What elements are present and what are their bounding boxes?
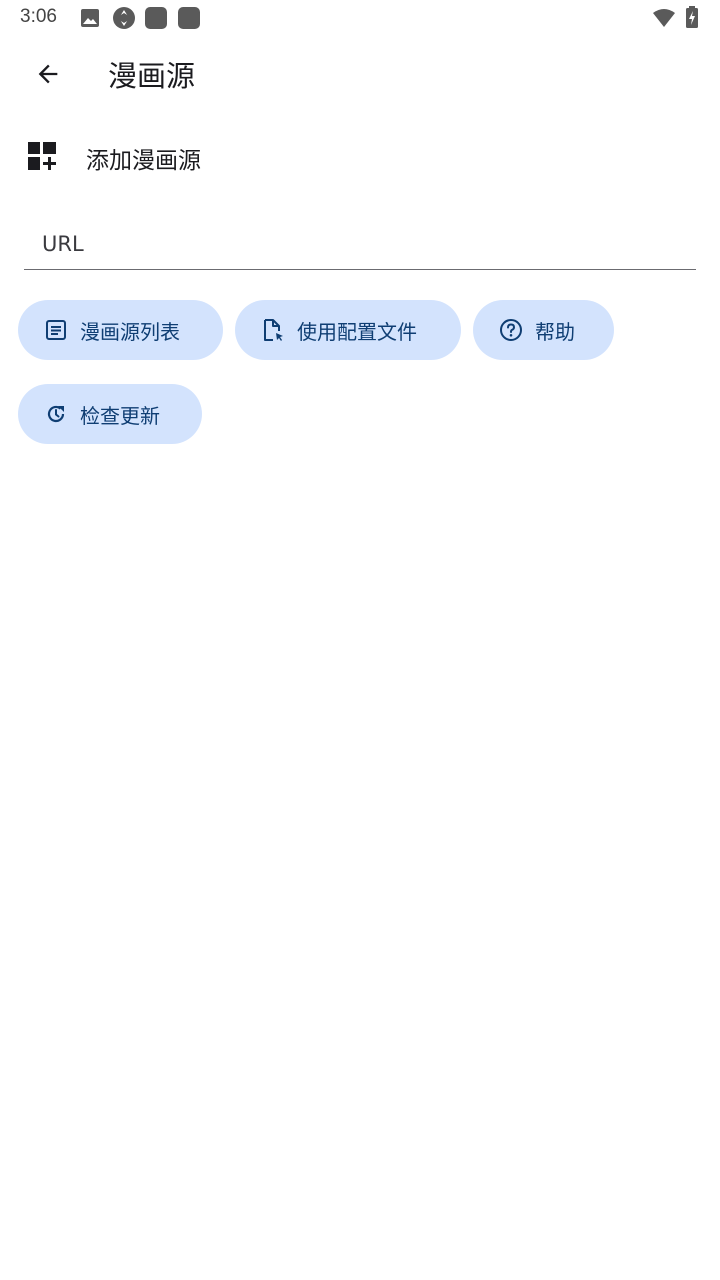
source-list-button[interactable]: 漫画源列表	[18, 300, 223, 360]
app-icon	[178, 7, 200, 29]
add-source-row[interactable]: 添加漫画源	[28, 138, 201, 178]
add-source-label: 添加漫画源	[86, 148, 201, 174]
check-update-label: 检查更新	[80, 403, 160, 428]
list-icon	[44, 318, 68, 342]
file-cursor-icon	[261, 318, 285, 342]
arrow-back-icon	[34, 60, 62, 92]
back-button[interactable]	[28, 56, 68, 96]
page-title: 漫画源	[108, 59, 196, 93]
use-config-file-button[interactable]: 使用配置文件	[235, 300, 461, 360]
image-icon	[80, 8, 100, 32]
help-button[interactable]: 帮助	[473, 300, 614, 360]
check-update-button[interactable]: 检查更新	[18, 384, 202, 444]
use-config-file-label: 使用配置文件	[297, 319, 417, 344]
url-input[interactable]	[42, 226, 672, 262]
source-list-label: 漫画源列表	[80, 319, 180, 344]
dashboard-add-icon	[28, 142, 56, 174]
sync-icon	[112, 6, 136, 34]
help-icon	[499, 318, 523, 342]
help-label: 帮助	[535, 319, 575, 344]
status-bar: 3:06	[0, 0, 720, 36]
wifi-icon	[652, 8, 676, 32]
update-icon	[44, 402, 68, 426]
url-field[interactable]	[24, 214, 696, 270]
battery-charging-icon	[686, 6, 698, 32]
status-time: 3:06	[20, 6, 57, 27]
app-icon	[145, 7, 167, 29]
